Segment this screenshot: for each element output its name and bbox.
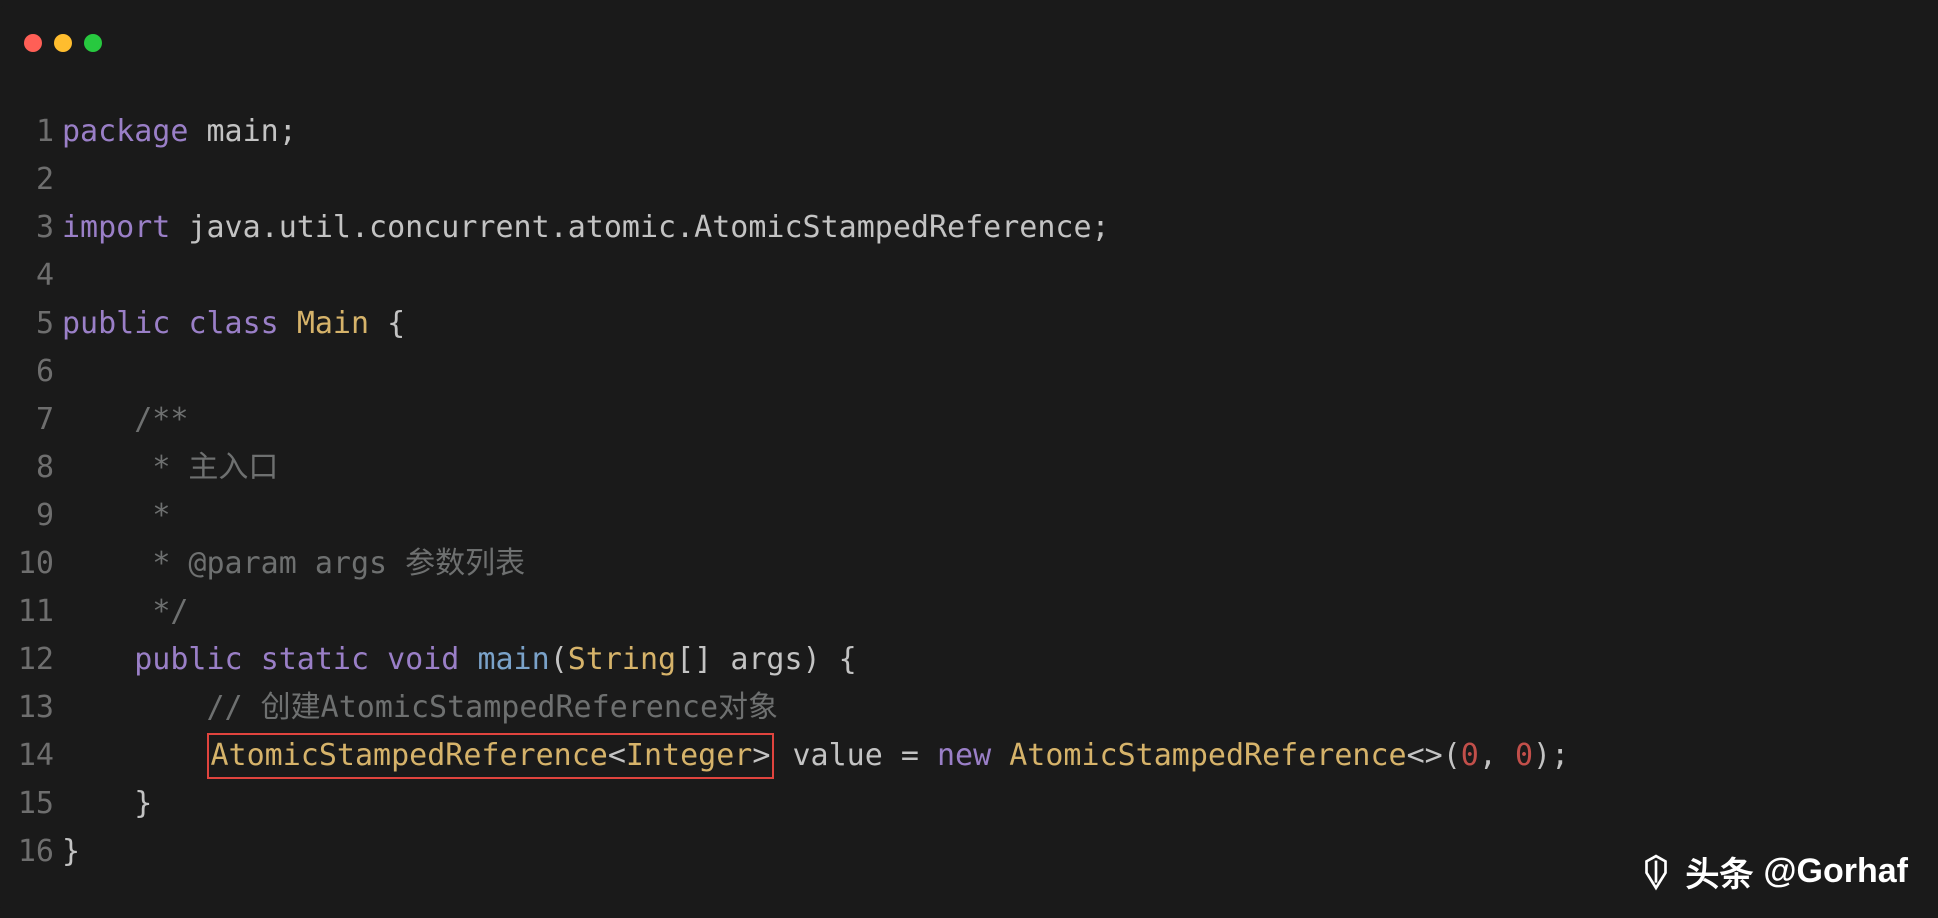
close-icon[interactable] <box>24 34 42 52</box>
code-line: 5 public class Main { <box>0 300 1938 348</box>
editor-window: 1 package main; 2 3 import java.util.con… <box>0 0 1938 918</box>
code-line: 7 /** <box>0 396 1938 444</box>
line-number: 13 <box>0 684 62 732</box>
line-number: 9 <box>0 492 62 540</box>
highlight-box: AtomicStampedReference<Integer> <box>207 733 775 779</box>
line-number: 2 <box>0 156 62 204</box>
code-line: 15 } <box>0 780 1938 828</box>
watermark-handle: @Gorhaf <box>1763 852 1908 891</box>
code-line: 9 * <box>0 492 1938 540</box>
line-number: 12 <box>0 636 62 684</box>
line-number: 5 <box>0 300 62 348</box>
line-number: 11 <box>0 588 62 636</box>
line-number: 14 <box>0 732 62 780</box>
line-number: 1 <box>0 108 62 156</box>
minimize-icon[interactable] <box>54 34 72 52</box>
zoom-icon[interactable] <box>84 34 102 52</box>
code-line: 6 <box>0 348 1938 396</box>
code-line: 4 <box>0 252 1938 300</box>
line-number: 3 <box>0 204 62 252</box>
line-number: 6 <box>0 348 62 396</box>
code-line: 2 <box>0 156 1938 204</box>
line-number: 8 <box>0 444 62 492</box>
line-number: 7 <box>0 396 62 444</box>
line-number: 10 <box>0 540 62 588</box>
watermark-prefix: 头条 <box>1685 847 1753 896</box>
code-line: 3 import java.util.concurrent.atomic.Ato… <box>0 204 1938 252</box>
code-line: 13 // 创建AtomicStampedReference对象 <box>0 684 1938 732</box>
line-number: 4 <box>0 252 62 300</box>
code-line: 8 * 主入口 <box>0 444 1938 492</box>
titlebar <box>0 0 1938 68</box>
watermark-icon <box>1637 853 1675 891</box>
code-line: 12 public static void main(String[] args… <box>0 636 1938 684</box>
code-line: 10 * @param args 参数列表 <box>0 540 1938 588</box>
code-line: 1 package main; <box>0 108 1938 156</box>
code-line: 14 AtomicStampedReference<Integer> value… <box>0 732 1938 780</box>
watermark: 头条 @Gorhaf <box>1637 847 1908 896</box>
code-line: 11 */ <box>0 588 1938 636</box>
line-number: 15 <box>0 780 62 828</box>
line-number: 16 <box>0 828 62 876</box>
code-editor[interactable]: 1 package main; 2 3 import java.util.con… <box>0 68 1938 876</box>
